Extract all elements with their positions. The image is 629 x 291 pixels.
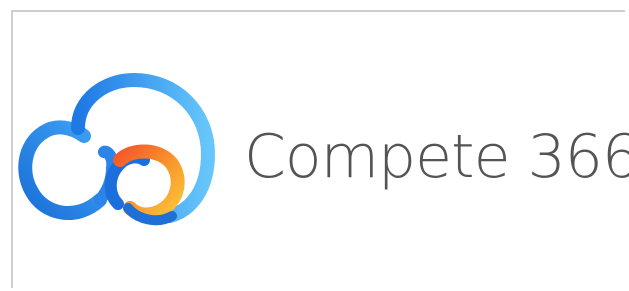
brand-name: Compete 366 <box>244 122 629 192</box>
logo-frame: Compete 366 <box>0 0 629 291</box>
